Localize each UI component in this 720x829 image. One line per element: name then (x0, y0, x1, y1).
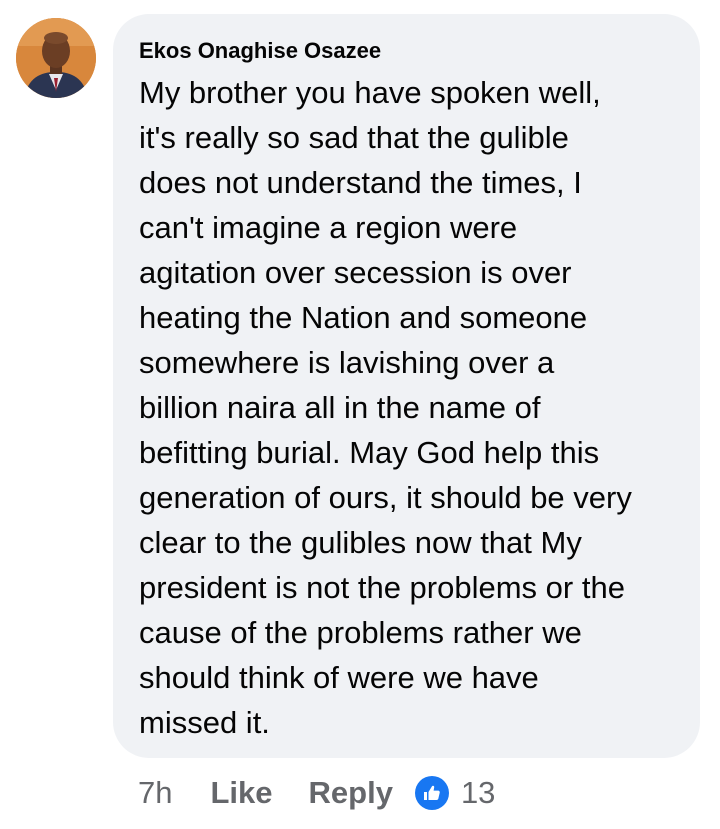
comment-text-line: clear to the gulibles now that My (139, 525, 582, 560)
like-button[interactable]: Like (210, 775, 272, 811)
comment-text-line: it's really so sad that the gulible (139, 120, 569, 155)
comment-body: My brother you have spoken well, it's rea… (139, 70, 687, 745)
comment-text-line: billion naira all in the name of (139, 390, 541, 425)
comment-text-line: generation of ours, it should be very (139, 480, 632, 515)
comment-text-line: agitation over secession is over (139, 255, 572, 290)
comment-text-line: can't imagine a region were (139, 210, 518, 245)
comment-bubble: Ekos Onaghise Osazee My brother you have… (113, 14, 700, 758)
comment-author-name[interactable]: Ekos Onaghise Osazee (139, 38, 381, 64)
comment-text-line: does not understand the times, I (139, 165, 582, 200)
comment-timestamp[interactable]: 7h (138, 775, 172, 811)
avatar-photo (16, 18, 96, 98)
like-thumb-icon (414, 776, 449, 810)
comment-text-line: My brother you have spoken well, (139, 75, 601, 110)
comment-actions: 7h Like Reply 13 (138, 770, 495, 816)
comment-text-line: befitting burial. May God help this (139, 435, 600, 470)
comment-text-line: missed it. (139, 705, 270, 740)
reaction-summary[interactable]: 13 (414, 775, 496, 811)
author-avatar[interactable] (16, 18, 96, 98)
comment-text-line: should think of were we have (139, 660, 539, 695)
comment-text-line: heating the Nation and someone (139, 300, 588, 335)
reply-button[interactable]: Reply (309, 775, 393, 811)
comment-text-line: president is not the problems or the (139, 570, 625, 605)
reaction-count: 13 (460, 775, 496, 810)
comment-text-line: cause of the problems rather we (139, 615, 582, 650)
comment-text-line: somewhere is lavishing over a (139, 345, 555, 380)
